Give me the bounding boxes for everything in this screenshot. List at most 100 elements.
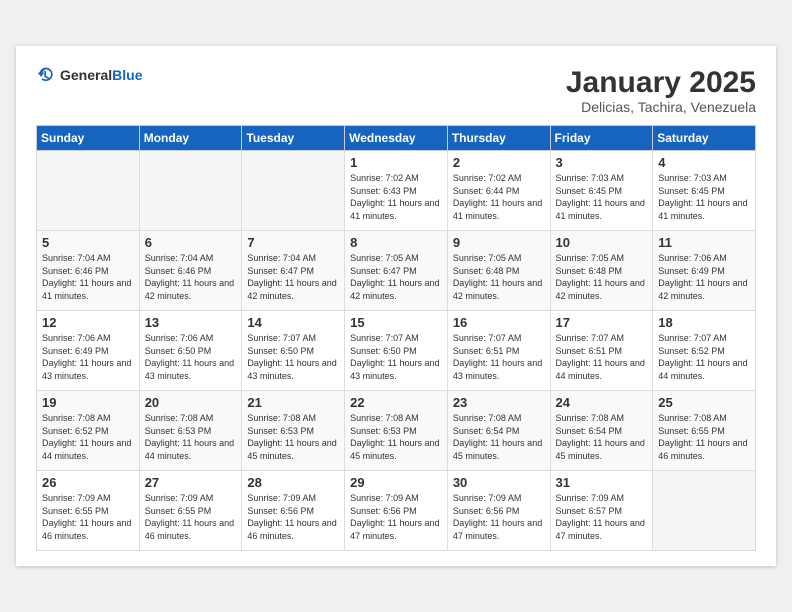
day-info: Sunrise: 7:04 AM Sunset: 6:47 PM Dayligh… [247,252,339,302]
calendar-subtitle: Delicias, Tachira, Venezuela [566,99,756,115]
day-number: 3 [556,155,648,170]
day-cell [242,151,345,231]
week-row-4: 19 Sunrise: 7:08 AM Sunset: 6:52 PM Dayli… [37,391,756,471]
day-info: Sunrise: 7:08 AM Sunset: 6:53 PM Dayligh… [350,412,442,462]
day-cell: 6 Sunrise: 7:04 AM Sunset: 6:46 PM Daylig… [139,231,242,311]
day-cell: 9 Sunrise: 7:05 AM Sunset: 6:48 PM Daylig… [447,231,550,311]
day-cell [653,471,756,551]
logo: GeneralBlue [36,66,142,86]
day-info: Sunrise: 7:07 AM Sunset: 6:50 PM Dayligh… [247,332,339,382]
day-info: Sunrise: 7:06 AM Sunset: 6:49 PM Dayligh… [658,252,750,302]
day-number: 6 [145,235,237,250]
day-info: Sunrise: 7:09 AM Sunset: 6:56 PM Dayligh… [453,492,545,542]
day-cell: 16 Sunrise: 7:07 AM Sunset: 6:51 PM Dayli… [447,311,550,391]
day-cell: 13 Sunrise: 7:06 AM Sunset: 6:50 PM Dayli… [139,311,242,391]
day-info: Sunrise: 7:04 AM Sunset: 6:46 PM Dayligh… [42,252,134,302]
day-cell: 1Sunrise: 7:02 AM Sunset: 6:43 PM Daylig… [345,151,448,231]
day-cell [37,151,140,231]
day-info: Sunrise: 7:07 AM Sunset: 6:50 PM Dayligh… [350,332,442,382]
day-cell: 31 Sunrise: 7:09 AM Sunset: 6:57 PM Dayli… [550,471,653,551]
day-cell: 5 Sunrise: 7:04 AM Sunset: 6:46 PM Daylig… [37,231,140,311]
day-info: Sunrise: 7:06 AM Sunset: 6:49 PM Dayligh… [42,332,134,382]
day-number: 22 [350,395,442,410]
day-number: 15 [350,315,442,330]
week-row-2: 5 Sunrise: 7:04 AM Sunset: 6:46 PM Daylig… [37,231,756,311]
day-number: 14 [247,315,339,330]
weekday-header-monday: Monday [139,126,242,151]
weekday-header-row: SundayMondayTuesdayWednesdayThursdayFrid… [37,126,756,151]
day-info: Sunrise: 7:03 AM Sunset: 6:45 PM Dayligh… [658,172,750,222]
day-number: 21 [247,395,339,410]
day-number: 2 [453,155,545,170]
calendar-title: January 2025 [566,66,756,99]
day-number: 30 [453,475,545,490]
day-cell: 29Sunrise: 7:09 AM Sunset: 6:56 PM Dayli… [345,471,448,551]
weekday-header-saturday: Saturday [653,126,756,151]
day-info: Sunrise: 7:04 AM Sunset: 6:46 PM Dayligh… [145,252,237,302]
day-number: 9 [453,235,545,250]
calendar-table: SundayMondayTuesdayWednesdayThursdayFrid… [36,125,756,551]
day-cell: 23 Sunrise: 7:08 AM Sunset: 6:54 PM Dayli… [447,391,550,471]
day-info: Sunrise: 7:08 AM Sunset: 6:53 PM Dayligh… [145,412,237,462]
day-number: 27 [145,475,237,490]
day-info: Sunrise: 7:09 AM Sunset: 6:55 PM Dayligh… [42,492,134,542]
day-number: 10 [556,235,648,250]
day-info: Sunrise: 7:08 AM Sunset: 6:53 PM Dayligh… [247,412,339,462]
day-cell: 21 Sunrise: 7:08 AM Sunset: 6:53 PM Dayli… [242,391,345,471]
day-number: 5 [42,235,134,250]
day-number: 28 [247,475,339,490]
day-cell: 20 Sunrise: 7:08 AM Sunset: 6:53 PM Dayli… [139,391,242,471]
day-info: Sunrise: 7:08 AM Sunset: 6:52 PM Dayligh… [42,412,134,462]
day-number: 13 [145,315,237,330]
day-number: 1 [350,155,442,170]
day-info: Sunrise: 7:09 AM Sunset: 6:56 PM Dayligh… [247,492,339,542]
weekday-header-wednesday: Wednesday [345,126,448,151]
week-row-3: 12 Sunrise: 7:06 AM Sunset: 6:49 PM Dayli… [37,311,756,391]
day-cell: 30 Sunrise: 7:09 AM Sunset: 6:56 PM Dayli… [447,471,550,551]
day-info: Sunrise: 7:05 AM Sunset: 6:47 PM Dayligh… [350,252,442,302]
logo-blue: Blue [112,67,142,83]
day-number: 26 [42,475,134,490]
day-cell [139,151,242,231]
day-cell: 8Sunrise: 7:05 AM Sunset: 6:47 PM Daylig… [345,231,448,311]
day-info: Sunrise: 7:03 AM Sunset: 6:45 PM Dayligh… [556,172,648,222]
day-info: Sunrise: 7:07 AM Sunset: 6:51 PM Dayligh… [453,332,545,382]
day-number: 18 [658,315,750,330]
calendar-container: GeneralBlue January 2025 Delicias, Tachi… [16,46,776,566]
day-info: Sunrise: 7:08 AM Sunset: 6:54 PM Dayligh… [453,412,545,462]
day-info: Sunrise: 7:02 AM Sunset: 6:44 PM Dayligh… [453,172,545,222]
day-cell: 28 Sunrise: 7:09 AM Sunset: 6:56 PM Dayli… [242,471,345,551]
day-cell: 12 Sunrise: 7:06 AM Sunset: 6:49 PM Dayli… [37,311,140,391]
day-info: Sunrise: 7:06 AM Sunset: 6:50 PM Dayligh… [145,332,237,382]
day-number: 11 [658,235,750,250]
weekday-header-sunday: Sunday [37,126,140,151]
day-number: 20 [145,395,237,410]
day-cell: 15 Sunrise: 7:07 AM Sunset: 6:50 PM Dayli… [345,311,448,391]
week-row-1: 1Sunrise: 7:02 AM Sunset: 6:43 PM Daylig… [37,151,756,231]
logo-text: GeneralBlue [60,67,142,85]
day-info: Sunrise: 7:05 AM Sunset: 6:48 PM Dayligh… [556,252,648,302]
weekday-header-thursday: Thursday [447,126,550,151]
day-cell: 14 Sunrise: 7:07 AM Sunset: 6:50 PM Dayli… [242,311,345,391]
day-info: Sunrise: 7:07 AM Sunset: 6:51 PM Dayligh… [556,332,648,382]
day-cell: 24Sunrise: 7:08 AM Sunset: 6:54 PM Dayli… [550,391,653,471]
day-number: 31 [556,475,648,490]
day-number: 12 [42,315,134,330]
weekday-header-tuesday: Tuesday [242,126,345,151]
day-number: 23 [453,395,545,410]
day-cell: 3 Sunrise: 7:03 AM Sunset: 6:45 PM Daylig… [550,151,653,231]
day-info: Sunrise: 7:09 AM Sunset: 6:55 PM Dayligh… [145,492,237,542]
day-cell: 11 Sunrise: 7:06 AM Sunset: 6:49 PM Dayli… [653,231,756,311]
day-number: 19 [42,395,134,410]
day-cell: 17 Sunrise: 7:07 AM Sunset: 6:51 PM Dayli… [550,311,653,391]
day-cell: 19 Sunrise: 7:08 AM Sunset: 6:52 PM Dayli… [37,391,140,471]
day-number: 17 [556,315,648,330]
day-number: 7 [247,235,339,250]
day-cell: 2 Sunrise: 7:02 AM Sunset: 6:44 PM Daylig… [447,151,550,231]
day-number: 16 [453,315,545,330]
day-info: Sunrise: 7:05 AM Sunset: 6:48 PM Dayligh… [453,252,545,302]
day-info: Sunrise: 7:09 AM Sunset: 6:57 PM Dayligh… [556,492,648,542]
day-info: Sunrise: 7:08 AM Sunset: 6:54 PM Dayligh… [556,412,648,462]
header: GeneralBlue January 2025 Delicias, Tachi… [36,66,756,115]
day-cell: 27 Sunrise: 7:09 AM Sunset: 6:55 PM Dayli… [139,471,242,551]
